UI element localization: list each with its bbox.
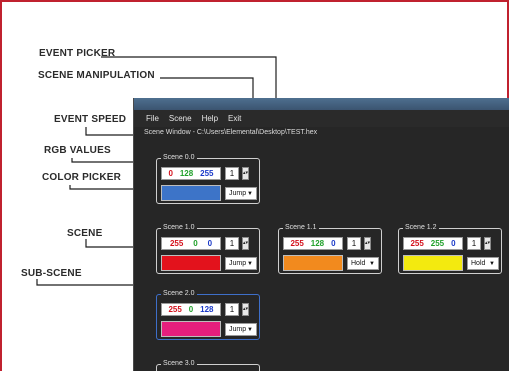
- rgb-values[interactable]: 0 128 255: [161, 167, 221, 180]
- sub-scene-annotation: SUB-SCENE: [21, 268, 82, 279]
- color-picker-annotation: COLOR PICKER: [42, 172, 122, 183]
- green-value[interactable]: 128: [180, 169, 193, 178]
- color-picker-swatch[interactable]: [403, 255, 463, 271]
- rgb-values[interactable]: 255 128 0: [283, 237, 343, 250]
- blue-value[interactable]: 255: [200, 169, 213, 178]
- menu-bar: File Scene Help Exit: [134, 110, 509, 127]
- caret-down-icon: ▼: [247, 190, 253, 197]
- window-titlebar[interactable]: [134, 98, 509, 110]
- file-path: Scene Window - C:\Users\Elemental\Deskto…: [144, 129, 318, 136]
- scene-label: Scene 1.0: [161, 223, 197, 233]
- scene-label: Scene 3.0: [161, 359, 197, 369]
- event-picker-dropdown[interactable]: Hold ▼: [467, 257, 499, 270]
- scene-label: Scene 0.0: [161, 153, 197, 163]
- speed-input[interactable]: 1: [225, 167, 239, 180]
- menu-exit[interactable]: Exit: [228, 114, 241, 123]
- green-value[interactable]: 0: [189, 305, 193, 314]
- blue-value[interactable]: 0: [451, 239, 455, 248]
- green-value[interactable]: 128: [311, 239, 324, 248]
- menu-file[interactable]: File: [146, 114, 159, 123]
- event-picker-value: Jump: [229, 326, 247, 333]
- scene-annotation: SCENE: [67, 228, 103, 239]
- event-picker-dropdown[interactable]: Jump ▼: [225, 257, 257, 270]
- event-picker-value: Jump: [229, 260, 247, 267]
- scene-0-0: Scene 0.0 0 128 255 1 ▴▾ Jump ▼: [156, 153, 260, 204]
- color-picker-swatch[interactable]: [161, 255, 221, 271]
- event-picker-value: Jump: [229, 190, 247, 197]
- speed-input[interactable]: 1: [347, 237, 361, 250]
- scene-label: Scene 2.0: [161, 289, 197, 299]
- spin-arrows-icon[interactable]: ▴▾: [242, 167, 249, 180]
- color-picker-swatch[interactable]: [161, 185, 221, 201]
- color-picker-swatch[interactable]: [283, 255, 343, 271]
- green-value[interactable]: 0: [193, 239, 197, 248]
- blue-value[interactable]: 128: [200, 305, 213, 314]
- speed-input[interactable]: 1: [225, 303, 239, 316]
- scene-2-0: Scene 2.0 255 0 128 1 ▴▾ Jump ▼: [156, 289, 260, 340]
- menu-help[interactable]: Help: [202, 114, 218, 123]
- event-picker-value: Hold: [351, 260, 366, 267]
- scene-label: Scene 1.1: [283, 223, 319, 233]
- rgb-values-annotation: RGB VALUES: [44, 145, 111, 156]
- spin-arrows-icon[interactable]: ▴▾: [242, 237, 249, 250]
- event-picker-dropdown[interactable]: Jump ▼: [225, 187, 257, 200]
- green-value[interactable]: 255: [431, 239, 444, 248]
- scene-window: File Scene Help Exit Scene Window - C:\U…: [133, 98, 509, 371]
- red-value[interactable]: 255: [168, 305, 181, 314]
- red-value[interactable]: 255: [410, 239, 423, 248]
- scene-3-0: Scene 3.0: [156, 359, 260, 371]
- event-picker-dropdown[interactable]: Jump ▼: [225, 323, 257, 336]
- scene-manipulation-annotation: SCENE MANIPULATION: [38, 70, 155, 81]
- blue-value[interactable]: 0: [208, 239, 212, 248]
- event-picker-annotation: EVENT PICKER: [39, 48, 116, 59]
- scene-1-2: Scene 1.2 255 255 0 1 ▴▾ Hold ▼: [398, 223, 502, 274]
- menu-scene[interactable]: Scene: [169, 114, 192, 123]
- spin-arrows-icon[interactable]: ▴▾: [484, 237, 491, 250]
- scene-1-1: Scene 1.1 255 128 0 1 ▴▾ Hold ▼: [278, 223, 382, 274]
- scene-1-0: Scene 1.0 255 0 0 1 ▴▾ Jump ▼: [156, 223, 260, 274]
- event-picker-value: Hold: [471, 260, 486, 267]
- rgb-values[interactable]: 255 0 0: [161, 237, 221, 250]
- rgb-values[interactable]: 255 255 0: [403, 237, 463, 250]
- spin-arrows-icon[interactable]: ▴▾: [364, 237, 371, 250]
- spin-arrows-icon[interactable]: ▴▾: [242, 303, 249, 316]
- color-picker-swatch[interactable]: [161, 321, 221, 337]
- event-picker-dropdown[interactable]: Hold ▼: [347, 257, 379, 270]
- speed-input[interactable]: 1: [225, 237, 239, 250]
- rgb-values[interactable]: 255 0 128: [161, 303, 221, 316]
- red-value[interactable]: 0: [168, 169, 172, 178]
- red-value[interactable]: 255: [290, 239, 303, 248]
- caret-down-icon: ▼: [369, 260, 375, 267]
- blue-value[interactable]: 0: [331, 239, 335, 248]
- caret-down-icon: ▼: [247, 260, 253, 267]
- red-value[interactable]: 255: [170, 239, 183, 248]
- caret-down-icon: ▼: [489, 260, 495, 267]
- event-speed-annotation: EVENT SPEED: [54, 114, 127, 125]
- speed-input[interactable]: 1: [467, 237, 481, 250]
- scene-label: Scene 1.2: [403, 223, 439, 233]
- caret-down-icon: ▼: [247, 326, 253, 333]
